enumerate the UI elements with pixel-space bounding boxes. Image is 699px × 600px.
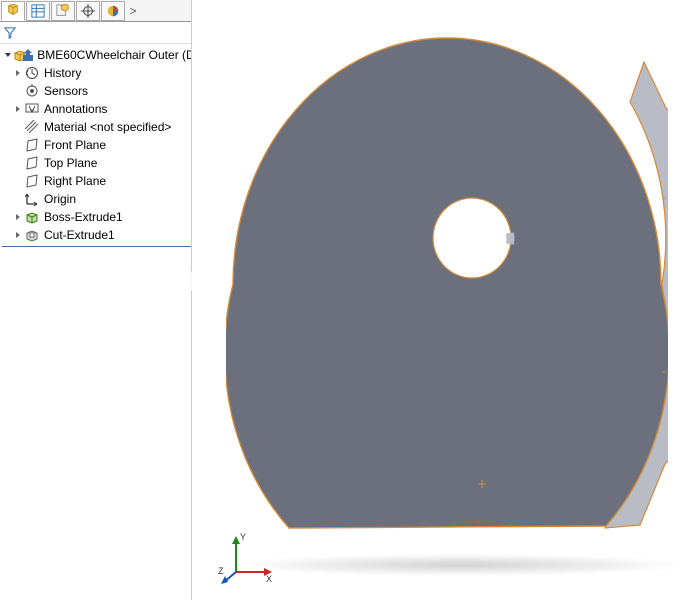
axis-label-z: Z [218,566,224,576]
extrude-icon [24,209,40,225]
config-icon [56,4,70,18]
history-icon [24,65,40,81]
tree-item-label: History [44,66,81,80]
property-grid-icon [31,4,45,18]
sensors-icon [24,83,40,99]
caret-right-icon [14,69,22,77]
tree-root[interactable]: BME60CWheelchair Outer (D [2,46,191,64]
tree-item-label: Cut-Extrude1 [44,228,115,242]
caret-right-icon [14,231,22,239]
graphics-viewport[interactable]: Y X Z [192,0,699,600]
tree-item-label: Front Plane [44,138,106,152]
tree-item-top-plane[interactable]: Top Plane [2,154,191,172]
plane-icon [24,137,40,153]
panel-tab-strip: > [0,0,191,22]
tree-item-label: Material <not specified> [44,120,171,134]
tree-end-rule [2,246,191,247]
feature-tree: BME60CWheelchair Outer (D History Sensor… [0,44,191,247]
triad-icon: Y X Z [218,526,278,586]
tree-item-sensors[interactable]: Sensors [2,82,191,100]
origin-icon [24,191,40,207]
plane-icon [24,173,40,189]
tree-item-annotations[interactable]: Annotations [2,100,191,118]
feature-tree-icon [6,4,20,18]
tree-item-origin[interactable]: Origin [2,190,191,208]
tab-configuration-manager[interactable] [51,1,75,21]
tree-item-label: Boss-Extrude1 [44,210,123,224]
caret-down-icon [4,51,12,59]
axis-label-x: X [266,574,272,584]
crosshair-icon [81,4,95,18]
axis-label-y: Y [240,532,246,542]
caret-right-icon [14,213,22,221]
annotations-icon [24,101,40,117]
tree-item-history[interactable]: History [2,64,191,82]
tab-display-manager[interactable] [101,1,125,21]
funnel-icon [4,27,16,39]
material-icon [24,119,40,135]
tree-item-label: Origin [44,192,76,206]
view-orientation-triad[interactable]: Y X Z [218,526,278,586]
tree-item-cut-extrude[interactable]: Cut-Extrude1 [2,226,191,244]
tree-root-label: BME60CWheelchair Outer (D [37,48,191,62]
part-geometry-icon [226,28,668,544]
tab-overflow-button[interactable]: > [125,1,141,21]
tab-property-manager[interactable] [26,1,50,21]
tree-item-material[interactable]: Material <not specified> [2,118,191,136]
cut-extrude-icon [24,227,40,243]
tree-item-right-plane[interactable]: Right Plane [2,172,191,190]
part-model[interactable] [226,28,668,544]
tree-item-label: Right Plane [44,174,106,188]
part-root-icon [14,47,35,63]
tab-feature-manager[interactable] [1,1,25,21]
appearance-icon [106,4,120,18]
tree-item-label: Sensors [44,84,88,98]
tree-item-boss-extrude[interactable]: Boss-Extrude1 [2,208,191,226]
tree-item-label: Top Plane [44,156,97,170]
chevron-right-icon: > [129,4,136,18]
tree-filter-row[interactable] [0,22,191,44]
tree-item-label: Annotations [44,102,107,116]
caret-right-icon [14,105,22,113]
plane-icon [24,155,40,171]
app-root: > BME60CWheelchair Outer (D [0,0,699,600]
feature-manager-panel: > BME60CWheelchair Outer (D [0,0,192,600]
tab-dimxpert[interactable] [76,1,100,21]
tree-item-front-plane[interactable]: Front Plane [2,136,191,154]
